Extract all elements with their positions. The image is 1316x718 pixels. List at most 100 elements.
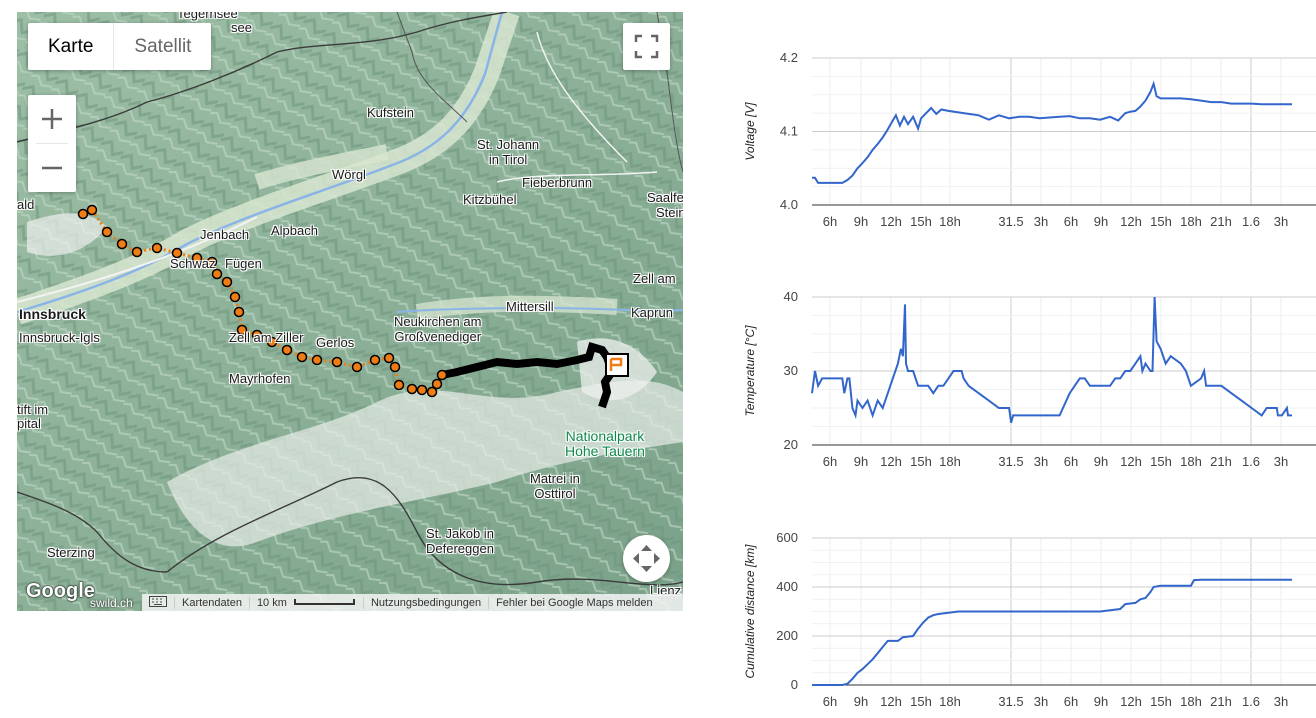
track-point[interactable] bbox=[331, 356, 343, 368]
track-point[interactable] bbox=[221, 276, 233, 288]
x-tick-label: 12h bbox=[1120, 454, 1142, 469]
label-jenbach: Jenbach bbox=[200, 227, 250, 242]
x-tick-label: 6h bbox=[823, 454, 837, 469]
keyboard-shortcuts-icon[interactable] bbox=[142, 595, 174, 610]
track-point[interactable] bbox=[383, 352, 395, 364]
x-tick-label: 6h bbox=[823, 214, 837, 229]
x-tick-label: 21h bbox=[1210, 214, 1232, 229]
temperature-chart[interactable]: 20 30 40 6h 9h 12h 15h 18h 31.5 3h 6h 9h 12h 15h 18h 21… bbox=[740, 283, 1316, 483]
track-point[interactable] bbox=[233, 306, 245, 318]
track-point[interactable] bbox=[77, 208, 89, 220]
y-tick-label: 4.2 bbox=[780, 50, 798, 65]
x-tick-label: 3h bbox=[1034, 694, 1048, 709]
label-nationalpark: Nationalpark Hohe Tauern bbox=[565, 429, 645, 459]
y-axis-title: Voltage [V] bbox=[743, 102, 757, 161]
x-tick-label: 3h bbox=[1274, 454, 1288, 469]
end-marker[interactable] bbox=[605, 353, 629, 377]
x-tick-label: 9h bbox=[854, 214, 868, 229]
label-innsbruck: Innsbruck bbox=[19, 306, 86, 322]
x-tick-label: 15h bbox=[1150, 214, 1172, 229]
track-point[interactable] bbox=[311, 354, 323, 366]
track-point[interactable] bbox=[86, 204, 98, 216]
map-attribution: Kartendaten 10 km Nutzungsbedingungen Fe… bbox=[17, 594, 683, 611]
x-tick-label: 12h bbox=[880, 214, 902, 229]
track-point[interactable] bbox=[131, 246, 143, 258]
x-tick-label: 9h bbox=[854, 454, 868, 469]
y-tick-label: 4.0 bbox=[780, 197, 798, 212]
label-fieberbrunn: Fieberbrunn bbox=[522, 175, 593, 190]
zoom-in-button[interactable] bbox=[28, 95, 76, 143]
track-point[interactable] bbox=[406, 383, 418, 395]
map[interactable]: Tegernsee see Kufstein St. Johann in Tir… bbox=[17, 12, 683, 611]
track-point[interactable] bbox=[369, 354, 381, 366]
track-point[interactable] bbox=[116, 238, 128, 250]
report-error-link[interactable]: Fehler bei Google Maps melden bbox=[488, 596, 660, 609]
track-point[interactable] bbox=[151, 242, 163, 254]
label-wald: ald bbox=[17, 197, 35, 212]
x-tick-label: 1.6 bbox=[1242, 454, 1260, 469]
x-tick-label: 15h bbox=[910, 454, 932, 469]
track-point[interactable] bbox=[389, 361, 401, 373]
label-kitzbuehel: Kitzbühel bbox=[463, 192, 517, 207]
x-tick-label: 12h bbox=[1120, 214, 1142, 229]
scale-bar[interactable]: 10 km bbox=[248, 596, 363, 609]
minus-icon bbox=[42, 166, 62, 170]
track-point[interactable] bbox=[351, 361, 363, 373]
y-tick-label: 0 bbox=[791, 677, 798, 692]
label-stein: Stein bbox=[656, 205, 683, 220]
x-tick-label: 12h bbox=[880, 694, 902, 709]
y-tick-label: 600 bbox=[776, 530, 798, 545]
series-line[interactable] bbox=[812, 578, 1292, 686]
track-point[interactable] bbox=[296, 351, 308, 363]
map-type-karte-button[interactable]: Karte bbox=[28, 23, 115, 70]
fullscreen-icon bbox=[634, 34, 659, 59]
x-tick-label: 12h bbox=[1120, 694, 1142, 709]
plus-icon bbox=[42, 109, 62, 129]
x-tick-label: 3h bbox=[1274, 694, 1288, 709]
track-point[interactable] bbox=[436, 369, 448, 381]
map-terrain[interactable] bbox=[17, 12, 683, 611]
track-point[interactable] bbox=[416, 384, 428, 396]
camera-control-button[interactable] bbox=[623, 535, 670, 582]
kartendaten-link[interactable]: Kartendaten bbox=[174, 596, 249, 609]
y-tick-label: 4.1 bbox=[780, 124, 798, 139]
label-nationalpark-line1: Nationalpark bbox=[565, 428, 645, 444]
distance-chart[interactable]: 0 200 400 600 6h 9h 12h 15h 18h 31.5 3h 6h 9h 12h 15h 1… bbox=[740, 524, 1316, 718]
label-matrei-line1: Matrei in bbox=[530, 471, 580, 486]
voltage-chart[interactable]: 4.0 4.1 4.2 6h 9h 12h 15h 18h 31.5 3h 6h 9h 12h 15h 18… bbox=[740, 40, 1316, 240]
track-point[interactable] bbox=[431, 378, 443, 390]
map-type-control: Karte Satellit bbox=[28, 23, 212, 70]
x-tick-label: 15h bbox=[1150, 694, 1172, 709]
keyboard-icon bbox=[149, 595, 167, 607]
track-point[interactable] bbox=[393, 379, 405, 391]
label-saalfe: Saalfe bbox=[647, 190, 683, 205]
x-tick-label: 18h bbox=[1180, 214, 1202, 229]
x-tick-label: 3h bbox=[1034, 214, 1048, 229]
x-tick-label: 18h bbox=[939, 214, 961, 229]
track-point[interactable] bbox=[229, 291, 241, 303]
track-point[interactable] bbox=[101, 226, 113, 238]
y-axis-title: Cumulative distance [km] bbox=[743, 544, 757, 679]
label-st-jakob-line1: St. Jakob in bbox=[426, 526, 494, 541]
label-schwaz: Schwaz bbox=[170, 256, 216, 271]
y-tick-label: 40 bbox=[784, 289, 798, 304]
terms-link[interactable]: Nutzungsbedingungen bbox=[362, 596, 488, 609]
fullscreen-button[interactable] bbox=[623, 23, 670, 70]
label-kaprun: Kaprun bbox=[631, 305, 673, 320]
label-matrei: Matrei in Osttirol bbox=[530, 471, 580, 501]
x-tick-label: 1.6 bbox=[1242, 694, 1260, 709]
label-st-jakob: St. Jakob in Defereggen bbox=[426, 526, 494, 556]
label-innsbruck-igls: Innsbruck-Igls bbox=[19, 330, 100, 345]
label-alpbach: Alpbach bbox=[271, 223, 318, 238]
label-mittersill: Mittersill bbox=[506, 299, 554, 314]
zoom-out-button[interactable] bbox=[28, 144, 76, 192]
x-tick-label: 3h bbox=[1274, 214, 1288, 229]
x-tick-label: 15h bbox=[910, 694, 932, 709]
label-woergl: Wörgl bbox=[332, 167, 366, 182]
x-tick-label: 1.6 bbox=[1242, 214, 1260, 229]
x-tick-label: 3h bbox=[1034, 454, 1048, 469]
track-point[interactable] bbox=[281, 344, 293, 356]
x-tick-label: 18h bbox=[939, 694, 961, 709]
label-gerlos: Gerlos bbox=[316, 335, 355, 350]
map-type-satellit-button[interactable]: Satellit bbox=[114, 23, 211, 70]
